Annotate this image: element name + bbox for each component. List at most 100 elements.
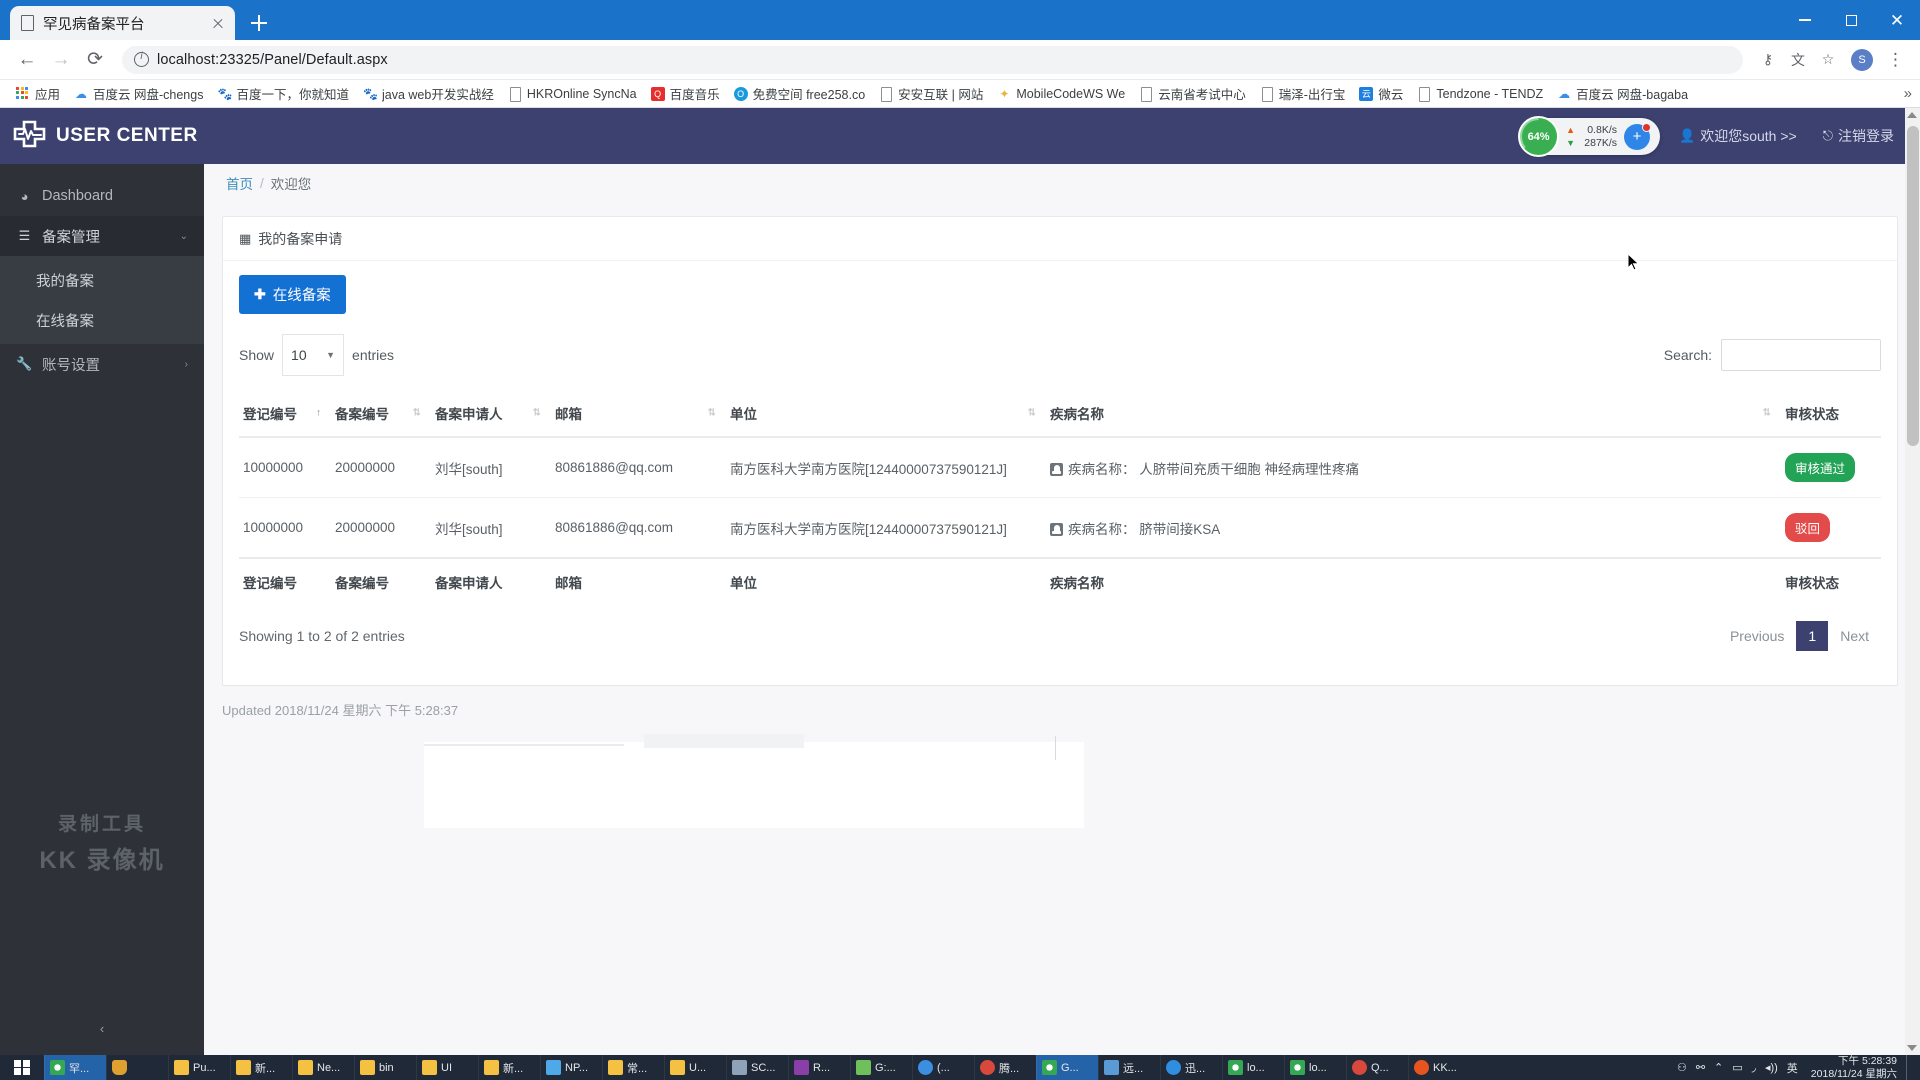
- plus-circle-icon[interactable]: +: [1624, 122, 1651, 150]
- info-circle-icon[interactable]: [134, 51, 149, 67]
- bookmark-item[interactable]: O 免费空间 free258.co: [728, 82, 872, 105]
- sidebar-item-record-management[interactable]: ☰ 备案管理 ⌄: [0, 216, 204, 256]
- back-button[interactable]: ←: [12, 45, 42, 75]
- network-monitor-widget[interactable]: 64% ▲ 0.8K/s ▼ 287K/s +: [1518, 116, 1660, 157]
- clock[interactable]: 下午 5:28:39 2018/11/24 星期六: [1807, 1055, 1897, 1079]
- taskbar-item[interactable]: [106, 1055, 168, 1080]
- taskbar-item[interactable]: 新...: [230, 1055, 292, 1080]
- bookmark-item[interactable]: 安安互联 | 网站: [873, 82, 989, 105]
- pagination-previous[interactable]: Previous: [1718, 621, 1796, 651]
- column-header-disease[interactable]: 疾病名称 ⇅: [1046, 390, 1781, 438]
- bookmark-item[interactable]: 🐾 java web开发实战经: [357, 82, 500, 105]
- column-header-email[interactable]: 邮箱 ⇅: [551, 390, 726, 438]
- logout-button[interactable]: ⎋ 注销登录: [1823, 126, 1894, 146]
- taskbar-item[interactable]: (...: [912, 1055, 974, 1080]
- key-icon[interactable]: ⚷: [1755, 47, 1781, 73]
- chevron-double-right-icon[interactable]: »: [1904, 85, 1912, 102]
- wifi-icon[interactable]: ◞: [1752, 1061, 1756, 1074]
- kebab-menu-icon[interactable]: ⋮: [1883, 50, 1908, 70]
- forward-button[interactable]: →: [46, 45, 76, 75]
- datatable-info: Showing 1 to 2 of 2 entries: [239, 628, 405, 644]
- taskbar-item[interactable]: lo...: [1222, 1055, 1284, 1080]
- battery-icon[interactable]: ▭: [1732, 1061, 1742, 1074]
- taskbar-item[interactable]: lo...: [1284, 1055, 1346, 1080]
- taskbar-item[interactable]: UI: [416, 1055, 478, 1080]
- minimize-button[interactable]: [1782, 0, 1828, 40]
- start-button[interactable]: [0, 1055, 44, 1080]
- translate-icon[interactable]: 文: [1785, 47, 1811, 73]
- bookmark-item[interactable]: 瑞泽-出行宝: [1254, 82, 1352, 105]
- sidebar-item-online-record[interactable]: 在线备案: [0, 300, 204, 340]
- page-scrollbar[interactable]: [1905, 108, 1920, 1055]
- sidebar-item-account-settings[interactable]: 🔧 账号设置 ›: [0, 344, 204, 384]
- taskbar-item[interactable]: 腾...: [974, 1055, 1036, 1080]
- table-row[interactable]: 10000000 20000000 刘华[south] 80861886@qq.…: [239, 497, 1881, 559]
- taskbar-item[interactable]: Ne...: [292, 1055, 354, 1080]
- taskbar-item[interactable]: KK...: [1408, 1055, 1470, 1080]
- list-icon: ☰: [18, 228, 31, 243]
- bookmark-item[interactable]: Q 百度音乐: [645, 82, 726, 105]
- search-input[interactable]: [1721, 339, 1881, 371]
- taskbar-item[interactable]: 远...: [1098, 1055, 1160, 1080]
- address-bar[interactable]: localhost:23325/Panel/Default.aspx: [122, 45, 1743, 74]
- scroll-up-arrow-icon[interactable]: [1907, 112, 1917, 118]
- pagination-next[interactable]: Next: [1828, 621, 1881, 651]
- column-header-reg-no[interactable]: 登记编号 ↑: [239, 390, 331, 438]
- volume-icon[interactable]: ◂)): [1765, 1061, 1778, 1074]
- url-text: localhost:23325/Panel/Default.aspx: [157, 51, 388, 68]
- column-header-status[interactable]: 审核状态: [1781, 390, 1881, 438]
- new-tab-button[interactable]: [245, 9, 273, 37]
- column-header-unit[interactable]: 单位 ⇅: [726, 390, 1046, 438]
- taskbar-item[interactable]: bin: [354, 1055, 416, 1080]
- taskbar-item-label: 常...: [627, 1062, 648, 1075]
- bookmark-item[interactable]: 云 微云: [1353, 82, 1409, 105]
- window-close-button[interactable]: ✕: [1874, 0, 1920, 40]
- scrollbar-thumb[interactable]: [1907, 126, 1919, 446]
- main-area: 64% ▲ 0.8K/s ▼ 287K/s + 👤 欢迎您south >> ⎋ …: [204, 108, 1920, 1055]
- sidebar-item-my-records[interactable]: 我的备案: [0, 260, 204, 300]
- breadcrumb-home[interactable]: 首页: [226, 173, 253, 193]
- taskbar-item[interactable]: R...: [788, 1055, 850, 1080]
- close-icon[interactable]: [209, 14, 227, 32]
- taskbar-item[interactable]: U...: [664, 1055, 726, 1080]
- star-icon[interactable]: ☆: [1815, 47, 1841, 73]
- taskbar-item[interactable]: Q...: [1346, 1055, 1408, 1080]
- reload-button[interactable]: ⟳: [80, 45, 110, 75]
- taskbar-item[interactable]: Pu...: [168, 1055, 230, 1080]
- column-header-applicant[interactable]: 备案申请人 ⇅: [431, 390, 551, 438]
- taskbar-item[interactable]: 罕...: [44, 1055, 106, 1080]
- bookmark-item[interactable]: ☁ 百度云 网盘-chengs: [68, 82, 209, 105]
- chevron-up-icon[interactable]: ⌃: [1714, 1061, 1723, 1074]
- page-length-select[interactable]: 10 ▼: [282, 334, 345, 376]
- bookmark-item[interactable]: ☁ 百度云 网盘-bagaba: [1551, 82, 1694, 105]
- brand-bar[interactable]: USER CENTER: [0, 108, 204, 164]
- scroll-down-arrow-icon[interactable]: [1907, 1045, 1917, 1051]
- online-record-button[interactable]: ✚ 在线备案: [239, 275, 346, 314]
- taskbar-item[interactable]: 常...: [602, 1055, 664, 1080]
- bookmark-item[interactable]: HKROnline SyncNa: [502, 85, 643, 103]
- taskbar-item[interactable]: 新...: [478, 1055, 540, 1080]
- taskbar-item[interactable]: G:...: [850, 1055, 912, 1080]
- bookmark-apps[interactable]: 应用: [10, 82, 66, 105]
- profile-avatar[interactable]: S: [1851, 48, 1873, 71]
- show-desktop-button[interactable]: [1906, 1055, 1912, 1080]
- column-header-record-no[interactable]: 备案编号 ⇅: [331, 390, 431, 438]
- bookmark-item[interactable]: Tendzone - TENDZ: [1411, 85, 1549, 103]
- sidebar-item-dashboard[interactable]: ◕ Dashboard: [0, 176, 204, 216]
- bookmark-item[interactable]: ✦ MobileCodeWS We: [991, 85, 1131, 103]
- plug-icon[interactable]: ⚯: [1696, 1061, 1705, 1074]
- browser-tab[interactable]: 罕见病备案平台: [10, 6, 235, 40]
- bookmark-item[interactable]: 🐾 百度一下，你就知道: [211, 82, 355, 105]
- maximize-button[interactable]: [1828, 0, 1874, 40]
- taskbar-item[interactable]: SC...: [726, 1055, 788, 1080]
- taskbar-item[interactable]: NP...: [540, 1055, 602, 1080]
- pagination-page-1[interactable]: 1: [1796, 621, 1829, 651]
- taskbar-item[interactable]: 迅...: [1160, 1055, 1222, 1080]
- user-welcome-menu[interactable]: 👤 欢迎您south >>: [1679, 126, 1797, 146]
- table-row[interactable]: 10000000 20000000 刘华[south] 80861886@qq.…: [239, 437, 1881, 498]
- bookmark-item[interactable]: 云南省考试中心: [1133, 82, 1252, 105]
- sidebar-collapse-button[interactable]: ‹: [0, 1013, 204, 1043]
- taskbar-item[interactable]: G...: [1036, 1055, 1098, 1080]
- ime-indicator[interactable]: 英: [1787, 1060, 1798, 1076]
- person-icon[interactable]: ⚇: [1677, 1061, 1687, 1074]
